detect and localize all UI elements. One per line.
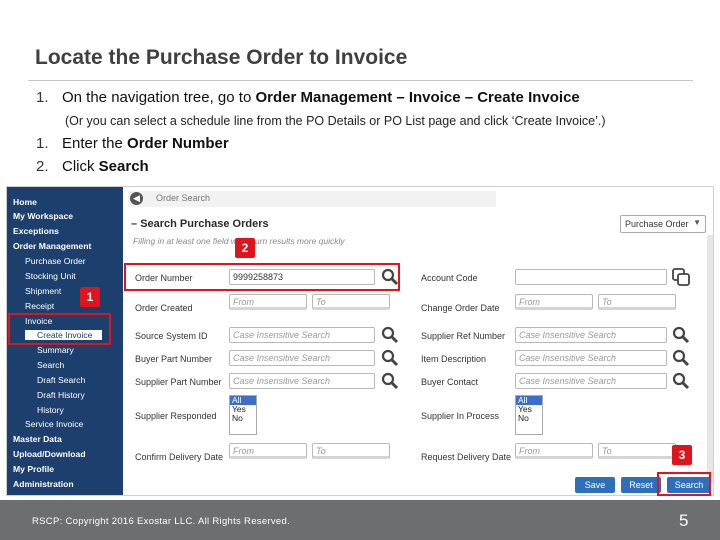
nav-draft-history[interactable]: Draft History <box>37 390 85 400</box>
search-panel: ◀ Order Search – Search Purchase Orders … <box>123 187 713 495</box>
label-confirm-delivery-date: Confirm Delivery Date <box>135 452 224 462</box>
nav-service-invoice[interactable]: Service Invoice <box>25 419 83 429</box>
request-delivery-from[interactable]: From <box>515 443 593 459</box>
account-code-input[interactable] <box>515 269 667 285</box>
nav-administration[interactable]: Administration <box>13 479 74 489</box>
callout-badge-3: 3 <box>672 445 692 465</box>
source-system-id-input[interactable]: Case Insensitive Search <box>229 327 375 343</box>
buyer-part-number-input[interactable]: Case Insensitive Search <box>229 350 375 366</box>
breadcrumb-label: Order Search <box>156 193 211 203</box>
supplier-part-number-input[interactable]: Case Insensitive Search <box>229 373 375 389</box>
step-text: Enter the <box>62 135 128 152</box>
label-supplier-part-number: Supplier Part Number <box>135 377 222 387</box>
step-text: Click <box>62 158 99 175</box>
step-navigate: 1. On the navigation tree, go to Order Ma… <box>36 89 580 106</box>
back-arrow-icon[interactable]: ◀ <box>130 192 143 205</box>
app-screenshot: Home My Workspace Exceptions Order Manag… <box>6 186 714 496</box>
step-bold: Order Management – Invoice – Create Invo… <box>255 89 580 106</box>
request-delivery-to[interactable]: To <box>598 443 676 459</box>
step-enter-order: 1. Enter the Order Number <box>36 135 229 152</box>
confirm-delivery-to[interactable]: To <box>312 443 390 459</box>
callout-badge-2: 2 <box>235 238 255 258</box>
label-buyer-contact: Buyer Contact <box>421 377 479 387</box>
order-created-to[interactable]: To <box>312 294 390 310</box>
label-supplier-responded: Supplier Responded <box>135 411 217 421</box>
search-icon[interactable] <box>671 349 691 367</box>
nav-exceptions[interactable]: Exceptions <box>13 226 59 236</box>
nav-my-workspace[interactable]: My Workspace <box>13 211 73 221</box>
search-icon[interactable] <box>380 326 400 344</box>
step-number: 1. <box>36 89 49 106</box>
step-bold: Order Number <box>127 135 229 152</box>
step-click-search: 2. Click Search <box>36 158 149 175</box>
nav-home[interactable]: Home <box>13 197 37 207</box>
footer-copyright: RSCP: Copyright 2016 Exostar LLC. All Ri… <box>32 516 291 527</box>
title-divider <box>28 80 693 81</box>
confirm-delivery-from[interactable]: From <box>229 443 307 459</box>
label-change-order-date: Change Order Date <box>421 303 500 313</box>
label-source-system-id: Source System ID <box>135 331 208 341</box>
callout-box-create-invoice <box>8 313 111 345</box>
change-order-to[interactable]: To <box>598 294 676 310</box>
order-created-from[interactable]: From <box>229 294 307 310</box>
copy-icon[interactable] <box>671 267 691 287</box>
nav-search[interactable]: Search <box>37 360 64 370</box>
label-item-description: Item Description <box>421 354 487 364</box>
step-number: 2. <box>36 158 49 175</box>
nav-purchase-order[interactable]: Purchase Order <box>25 256 86 266</box>
step-note: (Or you can select a schedule line from … <box>65 114 606 128</box>
page-number: 5 <box>679 511 689 530</box>
step-bold: Search <box>98 158 149 175</box>
supplier-in-process-list[interactable]: All Yes No <box>515 395 543 435</box>
buyer-contact-input[interactable]: Case Insensitive Search <box>515 373 667 389</box>
order-type-value: Purchase Order <box>625 219 689 229</box>
supplier-responded-list[interactable]: All Yes No <box>229 395 257 435</box>
slide-title: Locate the Purchase Order to Invoice <box>35 46 408 69</box>
label-account-code: Account Code <box>421 273 478 283</box>
order-type-select[interactable]: Purchase Order ▼ <box>620 215 706 233</box>
step-text: On the navigation tree, go to <box>62 89 256 106</box>
section-title[interactable]: – Search Purchase Orders <box>131 218 269 230</box>
breadcrumb: ◀ Order Search <box>128 191 496 207</box>
nav-shipment[interactable]: Shipment <box>25 286 61 296</box>
step-number: 1. <box>36 135 49 152</box>
list-option[interactable]: No <box>230 414 256 423</box>
nav-stocking-unit[interactable]: Stocking Unit <box>25 271 76 281</box>
nav-upload-download[interactable]: Upload/Download <box>13 449 86 459</box>
save-button[interactable]: Save <box>575 477 615 493</box>
change-order-from[interactable]: From <box>515 294 593 310</box>
callout-badge-1: 1 <box>80 287 100 307</box>
search-icon[interactable] <box>380 372 400 390</box>
nav-summary[interactable]: Summary <box>37 345 74 355</box>
label-supplier-in-process: Supplier In Process <box>421 411 500 421</box>
search-icon[interactable] <box>671 326 691 344</box>
search-icon[interactable] <box>380 349 400 367</box>
label-request-delivery-date: Request Delivery Date <box>421 452 512 462</box>
nav-draft-search[interactable]: Draft Search <box>37 375 85 385</box>
callout-box-order-number <box>124 263 400 291</box>
callout-box-search <box>657 472 711 496</box>
vertical-scrollbar[interactable] <box>707 235 713 483</box>
search-icon[interactable] <box>671 372 691 390</box>
nav-history[interactable]: History <box>37 405 64 415</box>
reset-button[interactable]: Reset <box>621 477 661 493</box>
list-option[interactable]: No <box>516 414 542 423</box>
label-buyer-part-number: Buyer Part Number <box>135 354 213 364</box>
chevron-down-icon: ▼ <box>693 218 701 227</box>
nav-receipt[interactable]: Receipt <box>25 301 54 311</box>
label-order-created: Order Created <box>135 303 193 313</box>
item-description-input[interactable]: Case Insensitive Search <box>515 350 667 366</box>
nav-master-data[interactable]: Master Data <box>13 434 62 444</box>
label-supplier-ref-number: Supplier Ref Number <box>421 331 506 341</box>
nav-order-management[interactable]: Order Management <box>13 241 91 251</box>
nav-my-profile[interactable]: My Profile <box>13 464 54 474</box>
supplier-ref-number-input[interactable]: Case Insensitive Search <box>515 327 667 343</box>
section-title-label: Search Purchase Orders <box>140 218 269 230</box>
